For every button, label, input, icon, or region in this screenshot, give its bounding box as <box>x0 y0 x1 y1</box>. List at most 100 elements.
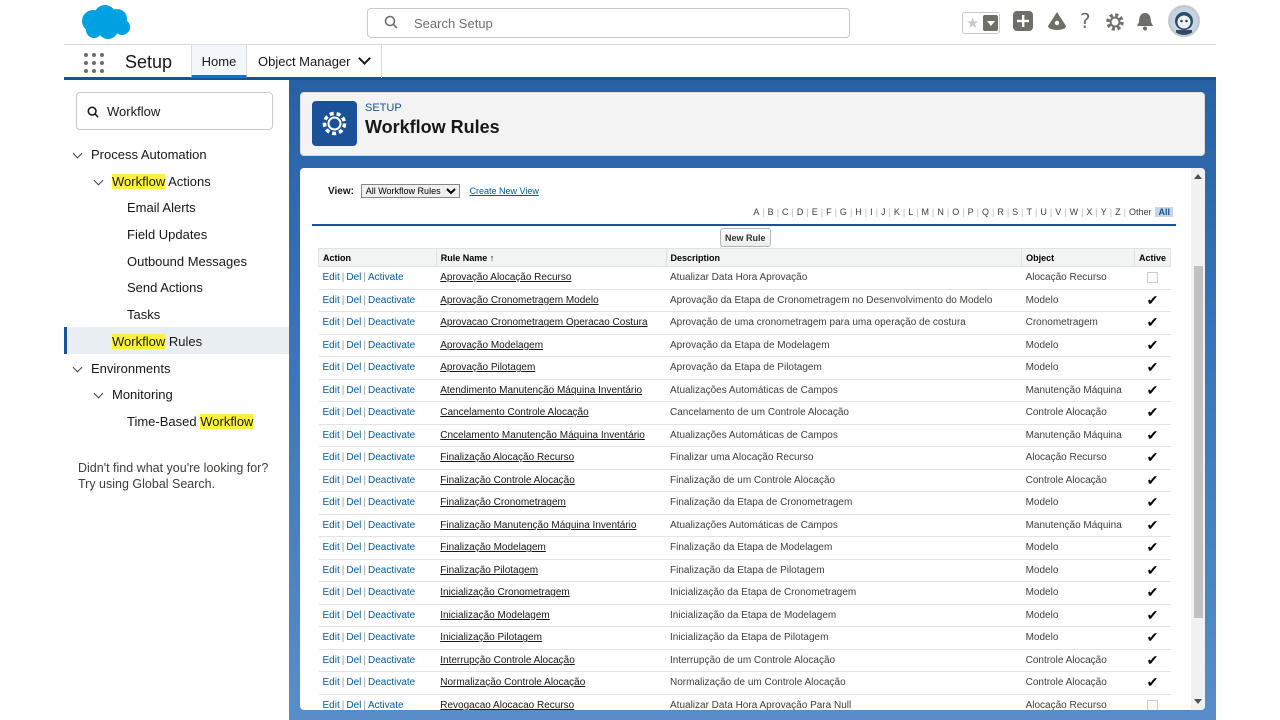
rule-name-link[interactable]: Finalização Alocação Recurso <box>440 452 574 463</box>
toggle-active-link[interactable]: Activate <box>368 272 404 283</box>
alpha-filter-letter[interactable]: K <box>894 207 900 217</box>
edit-link[interactable]: Edit <box>323 632 340 643</box>
quick-find-input[interactable]: Workflow <box>76 92 273 130</box>
edit-link[interactable]: Edit <box>323 655 340 666</box>
edit-link[interactable]: Edit <box>323 497 340 508</box>
toggle-active-link[interactable]: Deactivate <box>368 587 415 598</box>
alpha-filter-letter[interactable]: W <box>1070 207 1079 217</box>
delete-link[interactable]: Del <box>346 452 361 463</box>
alpha-filter-letter[interactable]: Z <box>1115 207 1121 217</box>
delete-link[interactable]: Del <box>346 497 361 508</box>
toggle-active-link[interactable]: Deactivate <box>368 475 415 486</box>
delete-link[interactable]: Del <box>346 362 361 373</box>
tab-object-manager[interactable]: Object Manager <box>248 45 382 78</box>
delete-link[interactable]: Del <box>346 632 361 643</box>
tree-send-actions[interactable]: Send Actions <box>127 280 203 295</box>
scroll-up-icon[interactable] <box>1194 174 1202 179</box>
alpha-filter-letter[interactable]: B <box>768 207 774 217</box>
scroll-down-icon[interactable] <box>1194 699 1202 704</box>
delete-link[interactable]: Del <box>346 430 361 441</box>
alpha-filter-letter[interactable]: I <box>870 207 873 217</box>
edit-link[interactable]: Edit <box>323 587 340 598</box>
tree-field-updates[interactable]: Field Updates <box>127 227 207 242</box>
alpha-filter-letter[interactable]: C <box>782 207 789 217</box>
toggle-active-link[interactable]: Deactivate <box>368 565 415 576</box>
edit-link[interactable]: Edit <box>323 520 340 531</box>
rule-name-link[interactable]: Inicialização Cronometragem <box>440 587 570 598</box>
favorites-button[interactable]: ★ <box>962 12 1000 34</box>
edit-link[interactable]: Edit <box>323 677 340 688</box>
edit-link[interactable]: Edit <box>323 362 340 373</box>
toggle-active-link[interactable]: Deactivate <box>368 632 415 643</box>
toggle-active-link[interactable]: Deactivate <box>368 677 415 688</box>
toggle-active-link[interactable]: Deactivate <box>368 407 415 418</box>
alpha-filter-letter[interactable]: M <box>922 207 930 217</box>
chevron-down-icon[interactable] <box>93 388 104 399</box>
alpha-filter-letter[interactable]: R <box>997 207 1004 217</box>
delete-link[interactable]: Del <box>346 475 361 486</box>
alpha-filter-letter[interactable]: N <box>937 207 944 217</box>
delete-link[interactable]: Del <box>346 272 361 283</box>
rule-name-link[interactable]: Finalização Controle Alocação <box>440 475 575 486</box>
delete-link[interactable]: Del <box>346 565 361 576</box>
tree-email-alerts[interactable]: Email Alerts <box>127 200 196 215</box>
rule-name-link[interactable]: Atendimento Manutenção Máquina Inventári… <box>440 385 642 396</box>
alpha-filter-letter[interactable]: G <box>840 207 847 217</box>
alpha-filter-letter[interactable]: A <box>753 207 759 217</box>
alpha-filter-letter[interactable]: S <box>1012 207 1018 217</box>
col-object[interactable]: Object <box>1021 248 1135 267</box>
delete-link[interactable]: Del <box>346 340 361 351</box>
rule-name-link[interactable]: Finalização Pilotagem <box>440 565 538 576</box>
edit-link[interactable]: Edit <box>323 272 340 283</box>
alpha-filter-letter[interactable]: P <box>968 207 974 217</box>
col-description[interactable]: Description <box>665 248 1023 267</box>
delete-link[interactable]: Del <box>346 677 361 688</box>
edit-link[interactable]: Edit <box>323 295 340 306</box>
alpha-filter-letter[interactable]: F <box>826 207 832 217</box>
edit-link[interactable]: Edit <box>323 565 340 576</box>
col-active[interactable]: Active <box>1133 248 1172 267</box>
rule-name-link[interactable]: Aprovacao Cronometragem Operacao Costura <box>440 317 647 328</box>
new-rule-button[interactable]: New Rule <box>720 228 771 247</box>
toggle-active-link[interactable]: Deactivate <box>368 520 415 531</box>
rule-name-link[interactable]: Cncelamento Manutenção Máquina Inventári… <box>440 430 645 441</box>
rule-name-link[interactable]: Cancelamento Controle Alocação <box>440 407 588 418</box>
tree-environments[interactable]: Environments <box>72 361 170 376</box>
toggle-active-link[interactable]: Deactivate <box>368 340 415 351</box>
alpha-filter-letter[interactable]: U <box>1040 207 1047 217</box>
delete-link[interactable]: Del <box>346 385 361 396</box>
setup-search-input[interactable] <box>414 9 834 37</box>
trailhead-button[interactable] <box>1046 10 1070 34</box>
tree-workflow-actions[interactable]: Workflow Actions <box>93 174 211 189</box>
toggle-active-link[interactable]: Deactivate <box>368 362 415 373</box>
edit-link[interactable]: Edit <box>323 452 340 463</box>
view-select[interactable]: All Workflow Rules <box>360 184 460 198</box>
tree-workflow-rules[interactable]: Workflow Rules <box>112 334 202 349</box>
notifications-button[interactable] <box>1134 10 1158 34</box>
toggle-active-link[interactable]: Deactivate <box>368 385 415 396</box>
tree-process-automation[interactable]: Process Automation <box>72 147 207 162</box>
alpha-filter-letter[interactable]: L <box>908 207 913 217</box>
rule-name-link[interactable]: Revogacao Alocacao Recurso <box>440 700 574 710</box>
chevron-down-icon[interactable] <box>72 148 83 159</box>
col-rule-name[interactable]: Rule Name ↑ <box>435 248 667 267</box>
edit-link[interactable]: Edit <box>323 317 340 328</box>
toggle-active-link[interactable]: Deactivate <box>368 655 415 666</box>
delete-link[interactable]: Del <box>346 610 361 621</box>
alpha-filter-all[interactable]: All <box>1155 207 1173 217</box>
toggle-active-link[interactable]: Deactivate <box>368 542 415 553</box>
edit-link[interactable]: Edit <box>323 340 340 351</box>
vertical-scrollbar[interactable] <box>1191 168 1205 710</box>
favorites-dropdown-icon[interactable] <box>983 15 998 31</box>
breadcrumb[interactable]: SETUP <box>365 102 402 114</box>
edit-link[interactable]: Edit <box>323 407 340 418</box>
edit-link[interactable]: Edit <box>323 610 340 621</box>
edit-link[interactable]: Edit <box>323 700 340 710</box>
delete-link[interactable]: Del <box>346 542 361 553</box>
tree-tasks[interactable]: Tasks <box>127 307 160 322</box>
alpha-filter-letter[interactable]: Other <box>1129 207 1152 217</box>
edit-link[interactable]: Edit <box>323 475 340 486</box>
alpha-filter-letter[interactable]: Y <box>1101 207 1107 217</box>
toggle-active-link[interactable]: Deactivate <box>368 295 415 306</box>
tab-home[interactable]: Home <box>191 45 247 78</box>
